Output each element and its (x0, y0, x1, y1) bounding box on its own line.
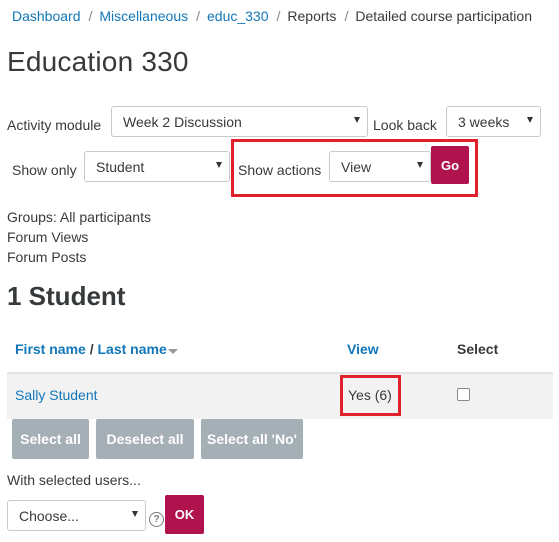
breadcrumb-course[interactable]: educ_330 (207, 8, 269, 24)
deselect-all-button[interactable]: Deselect all (96, 419, 194, 459)
go-button[interactable]: Go (431, 146, 469, 184)
name-column-header: First name / Last name (15, 341, 167, 357)
name-header-separator: / (85, 341, 98, 357)
look-back-label: Look back (373, 117, 437, 133)
help-icon[interactable]: ? (149, 512, 164, 527)
look-back-select[interactable]: 3 weeks (446, 106, 541, 137)
breadcrumb-miscellaneous[interactable]: Miscellaneous (99, 8, 188, 24)
view-column-header[interactable]: View (347, 341, 379, 357)
breadcrumb-separator: / (276, 8, 281, 24)
info-forum-views: Forum Views (7, 229, 89, 245)
info-forum-posts: Forum Posts (7, 249, 87, 265)
select-column-header: Select (457, 341, 499, 357)
sort-first-name-link[interactable]: First name (15, 341, 86, 357)
show-actions-label: Show actions (238, 162, 322, 178)
look-back-select-wrap: 3 weeks (446, 106, 541, 137)
activity-module-select[interactable]: Week 2 Discussion (111, 106, 368, 137)
groups-info: Groups: All participants (7, 209, 151, 225)
student-count-heading: 1 Student (7, 281, 126, 311)
breadcrumb-current-page: Detailed course participation (355, 8, 532, 24)
with-selected-action-select[interactable]: Choose... (7, 500, 146, 531)
breadcrumb-dashboard[interactable]: Dashboard (12, 8, 81, 24)
breadcrumb-separator: / (196, 8, 200, 24)
show-only-select[interactable]: Student (84, 151, 230, 182)
breadcrumb-reports: Reports (287, 8, 337, 24)
student-name-link[interactable]: Sally Student (15, 387, 98, 403)
sort-descending-icon[interactable] (168, 349, 178, 354)
show-only-select-wrap: Student (84, 151, 230, 182)
show-only-label: Show only (12, 162, 77, 178)
with-selected-label: With selected users... (7, 472, 141, 488)
select-all-no-button[interactable]: Select all 'No' (201, 419, 303, 459)
report-info: Groups: All participants Forum Views For… (7, 207, 151, 267)
breadcrumb-separator: / (344, 8, 349, 24)
select-all-button[interactable]: Select all (12, 419, 89, 459)
view-count-value: Yes (6) (348, 387, 392, 403)
breadcrumb: Dashboard / Miscellaneous / educ_330 / Reports… (12, 8, 532, 24)
select-student-checkbox[interactable] (457, 388, 470, 401)
sort-last-name-link[interactable]: Last name (97, 341, 166, 357)
show-actions-select[interactable]: View (329, 151, 431, 182)
activity-module-label: Activity module (7, 117, 102, 133)
activity-module-select-wrap: Week 2 Discussion (111, 106, 368, 137)
ok-button[interactable]: OK (165, 495, 204, 534)
show-actions-select-wrap: View (329, 151, 431, 182)
with-selected-select-wrap: Choose... (7, 500, 146, 531)
breadcrumb-separator: / (88, 8, 93, 24)
page-title: Education 330 (7, 46, 189, 77)
